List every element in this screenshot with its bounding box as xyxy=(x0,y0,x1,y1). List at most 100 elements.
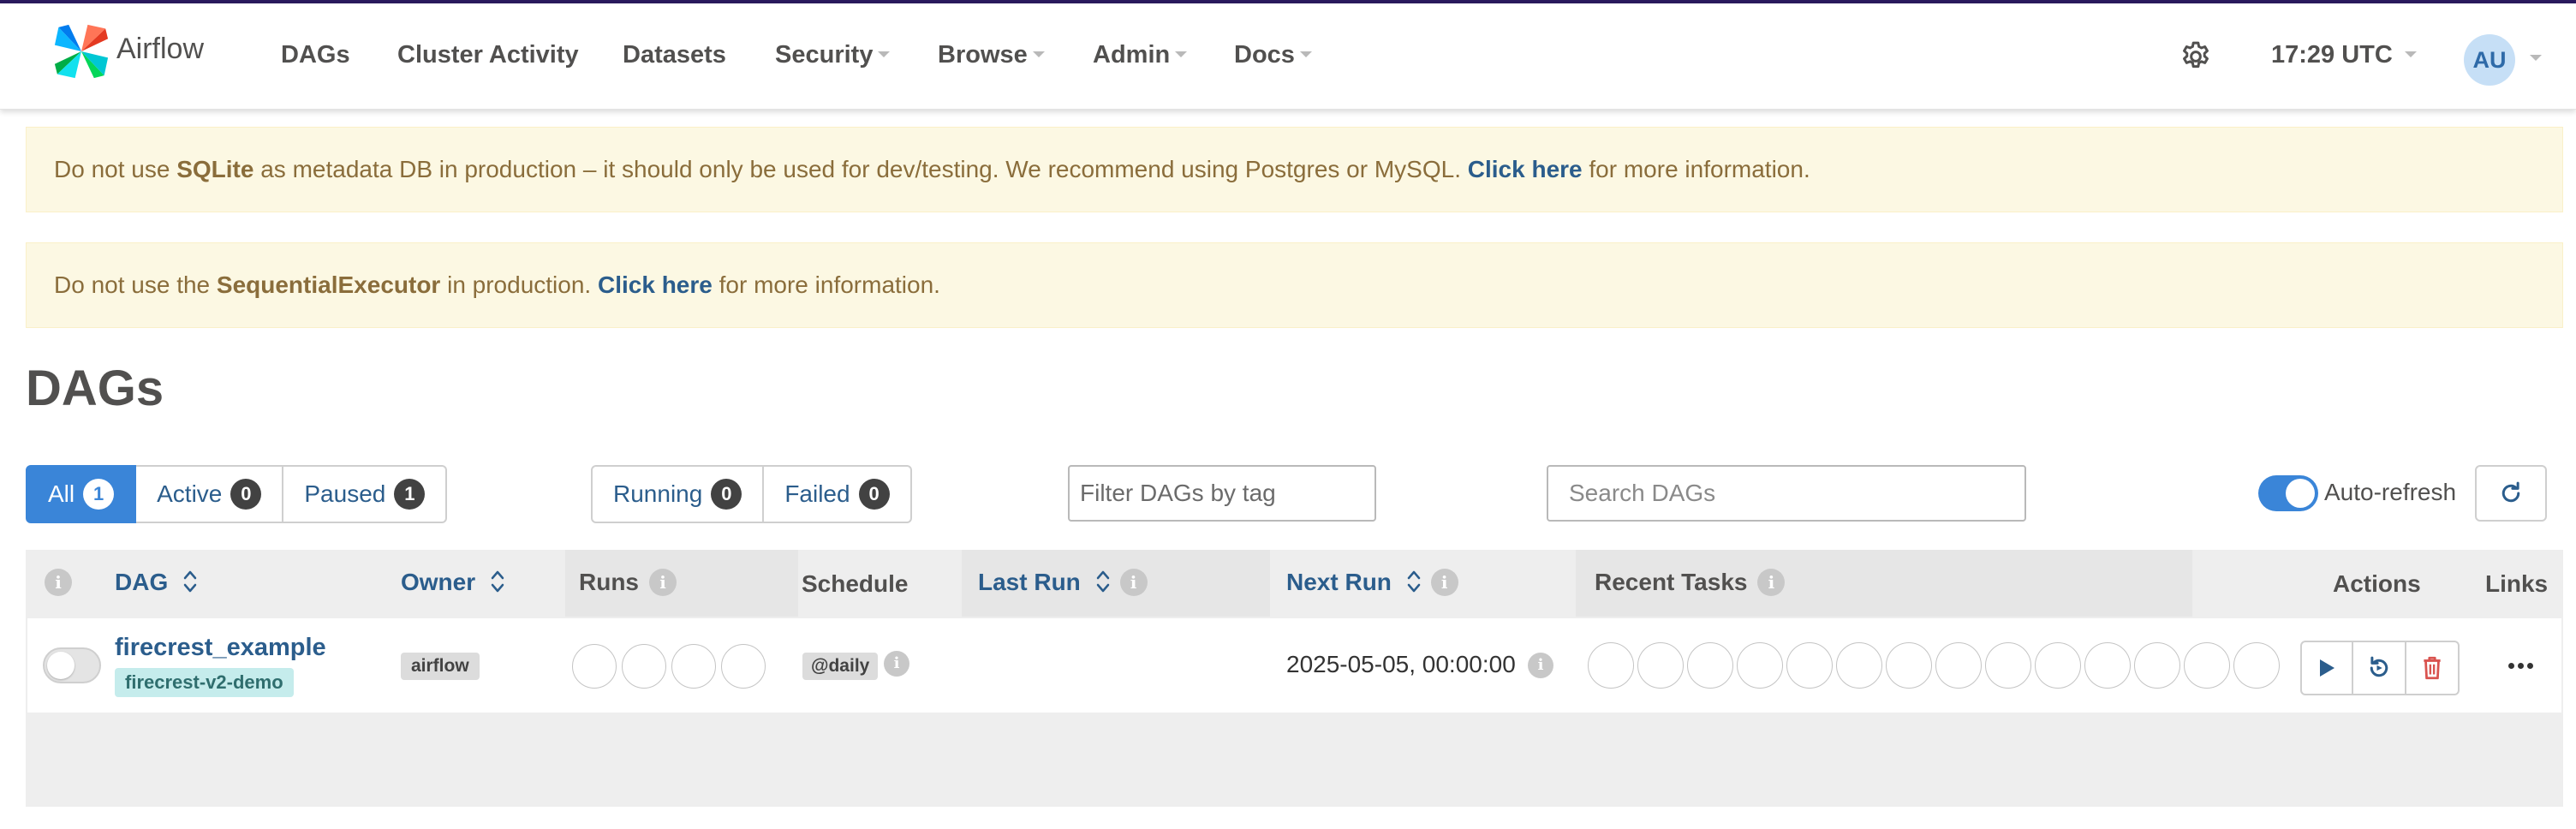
task-status-circle[interactable] xyxy=(1886,642,1932,689)
alert-text: Do not use xyxy=(54,156,177,182)
sort-icon xyxy=(491,570,504,592)
dag-link[interactable]: firecrest_example xyxy=(115,634,326,662)
task-status-circle[interactable] xyxy=(2084,642,2131,689)
count-badge: 0 xyxy=(858,479,890,510)
time-dropdown[interactable]: 17:29 UTC xyxy=(2271,41,2417,69)
task-status-circle[interactable] xyxy=(2233,642,2280,689)
header-runs: Runs i xyxy=(579,568,677,598)
alert-bold-text: SequentialExecutor xyxy=(216,271,441,298)
nav-docs[interactable]: Docs xyxy=(1234,41,1312,69)
filter-running-button[interactable]: Running 0 xyxy=(591,465,765,523)
task-status-circle[interactable] xyxy=(1637,642,1684,689)
nav-dags[interactable]: DAGs xyxy=(281,41,350,69)
chevron-down-icon xyxy=(878,51,891,57)
reload-icon xyxy=(2370,656,2388,677)
nav-browse[interactable]: Browse xyxy=(938,41,1045,69)
gear-icon[interactable] xyxy=(2179,39,2213,74)
nav-security[interactable]: Security xyxy=(775,41,891,69)
run-status-circle[interactable] xyxy=(622,644,666,689)
nav-admin[interactable]: Admin xyxy=(1093,41,1188,69)
run-filter-group: Running 0 Failed 0 xyxy=(591,465,912,523)
search-input[interactable] xyxy=(1547,465,2026,522)
refresh-icon xyxy=(2501,481,2520,503)
task-status-circle[interactable] xyxy=(1737,642,1783,689)
task-status-circle[interactable] xyxy=(1836,642,1882,689)
task-status-circle[interactable] xyxy=(1687,642,1733,689)
schedule-badge: @daily xyxy=(802,653,879,680)
dags-table: i DAG Owner Runs i Schedule Last Run i Ne… xyxy=(26,550,2563,807)
navbar: Airflow DAGs Cluster Activity Datasets S… xyxy=(0,3,2576,110)
sort-icon xyxy=(183,570,197,592)
nav-cluster-activity[interactable]: Cluster Activity xyxy=(397,41,579,69)
info-icon[interactable]: i xyxy=(45,568,72,596)
tag-filter-input[interactable] xyxy=(1068,465,1376,522)
alert-executor-warning: Do not use the SequentialExecutor in pro… xyxy=(26,242,2563,328)
task-status-circle[interactable] xyxy=(2184,642,2230,689)
header-dag[interactable]: DAG xyxy=(115,569,197,597)
chevron-down-icon[interactable] xyxy=(2530,55,2542,61)
chevron-down-icon xyxy=(1175,51,1188,57)
brand-link[interactable]: Airflow xyxy=(50,19,204,84)
table-header: i DAG Owner Runs i Schedule Last Run i Ne… xyxy=(26,550,2563,617)
task-status-circle[interactable] xyxy=(1588,642,1634,689)
play-icon xyxy=(2320,659,2334,677)
next-run-value: 2025-05-05, 00:00:00 xyxy=(1286,651,1516,677)
task-status-circle[interactable] xyxy=(2134,642,2180,689)
task-status-circle[interactable] xyxy=(2035,642,2081,689)
sort-icon xyxy=(1407,570,1420,592)
alert-sqlite-warning: Do not use SQLite as metadata DB in prod… xyxy=(26,127,2563,212)
alert-link[interactable]: Click here xyxy=(598,271,713,298)
nav-datasets[interactable]: Datasets xyxy=(623,41,726,69)
auto-refresh-toggle[interactable] xyxy=(2258,475,2318,511)
header-next-run[interactable]: Next Run i xyxy=(1286,568,1458,598)
info-icon[interactable]: i xyxy=(884,651,909,677)
alert-text: in production. xyxy=(440,271,598,298)
dag-tag[interactable]: firecrest-v2-demo xyxy=(115,668,294,697)
header-recent-tasks: Recent Tasks i xyxy=(1595,568,1786,598)
actions-group xyxy=(2300,641,2460,695)
alert-link[interactable]: Click here xyxy=(1468,156,1583,182)
filter-failed-button[interactable]: Failed 0 xyxy=(764,465,912,523)
count-badge: 0 xyxy=(711,479,742,510)
info-icon[interactable]: i xyxy=(1119,568,1148,596)
header-links: Links xyxy=(2485,570,2549,597)
info-icon[interactable]: i xyxy=(1757,568,1786,596)
sort-icon xyxy=(1096,570,1109,592)
owner-badge[interactable]: airflow xyxy=(401,653,480,680)
count-badge: 1 xyxy=(83,479,115,510)
filter-all-button[interactable]: All 1 xyxy=(26,465,137,523)
refresh-button[interactable] xyxy=(2475,465,2547,522)
header-schedule: Schedule xyxy=(802,570,909,597)
refresh-dag-button[interactable] xyxy=(2353,641,2406,695)
pause-toggle[interactable] xyxy=(43,647,101,683)
info-icon[interactable]: i xyxy=(1430,568,1458,596)
header-last-run[interactable]: Last Run i xyxy=(978,568,1148,598)
run-status-circle[interactable] xyxy=(721,644,766,689)
task-status-circle[interactable] xyxy=(1786,642,1833,689)
filter-paused-button[interactable]: Paused 1 xyxy=(283,465,448,523)
alert-text: as metadata DB in production – it should… xyxy=(253,156,1468,182)
dot-icon xyxy=(2517,662,2524,669)
header-owner[interactable]: Owner xyxy=(401,569,504,597)
info-icon[interactable]: i xyxy=(649,568,677,596)
more-links-button[interactable] xyxy=(2499,653,2542,678)
table-row: firecrest_example firecrest-v2-demo airf… xyxy=(27,618,2561,713)
chevron-down-icon xyxy=(1032,51,1045,57)
chevron-down-icon xyxy=(2404,51,2417,57)
user-avatar[interactable]: AU xyxy=(2464,34,2515,86)
alert-bold-text: SQLite xyxy=(176,156,254,182)
alert-text: for more information. xyxy=(1582,156,1810,182)
chevron-down-icon xyxy=(1299,51,1312,57)
task-status-circle[interactable] xyxy=(1985,642,2031,689)
run-status-circle[interactable] xyxy=(671,644,716,689)
alert-text: for more information. xyxy=(712,271,940,298)
trigger-dag-button[interactable] xyxy=(2300,641,2353,695)
task-status-circle[interactable] xyxy=(1935,642,1982,689)
info-icon[interactable]: i xyxy=(1528,653,1553,678)
trash-icon xyxy=(2424,656,2441,680)
run-status-circle[interactable] xyxy=(572,644,617,689)
delete-dag-button[interactable] xyxy=(2406,641,2460,695)
alert-text: Do not use the xyxy=(54,271,217,298)
filter-active-button[interactable]: Active 0 xyxy=(136,465,284,523)
dot-icon xyxy=(2507,662,2514,669)
